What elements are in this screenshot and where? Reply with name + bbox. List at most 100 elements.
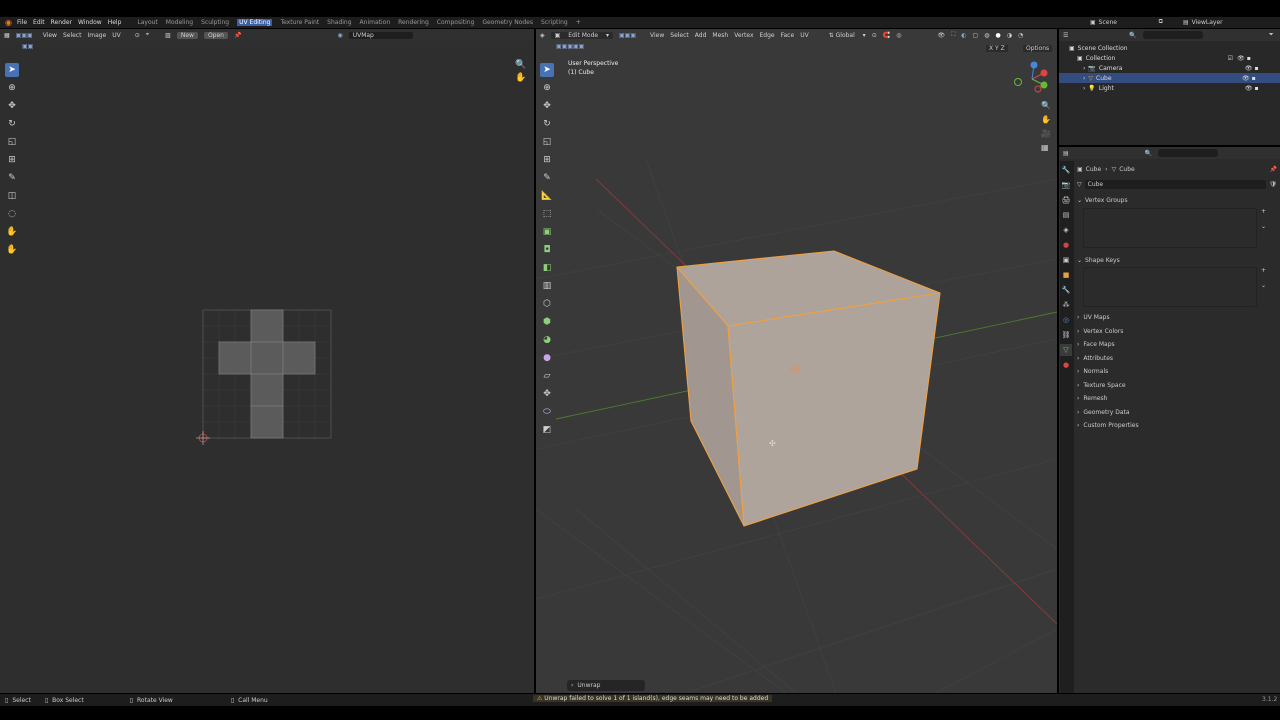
copy-icon[interactable]: ⧉ [1159,18,1163,26]
eye-icon[interactable]: 👁 [1242,75,1250,82]
add-workspace-icon[interactable]: + [576,19,581,26]
annotate-tool-icon[interactable]: ✎ [540,171,554,185]
eye-icon[interactable]: 👁 [1245,85,1253,92]
tab-scripting[interactable]: Scripting [541,19,568,26]
cursor-tool-icon[interactable]: ⊕ [540,81,554,95]
mode-selector[interactable]: ▣ Edit Mode ▾ [550,31,613,39]
smooth-tool-icon[interactable]: ● [540,351,554,365]
extrude-tool-icon[interactable]: ▣ [540,225,554,239]
object-tab-icon[interactable]: ■ [1060,269,1072,281]
loop-cut-tool-icon[interactable]: ▥ [540,279,554,293]
menu-file[interactable]: File [17,19,27,26]
outliner-search[interactable] [1142,31,1203,39]
pan-hand-icon[interactable]: ✋ [1041,115,1051,124]
snap-icon[interactable]: 🧲 [883,32,890,39]
scene-selector[interactable]: ▣ Scene ⧉ ▤ ViewLayer [1090,18,1252,26]
camera-render-icon[interactable]: ▪ [1255,85,1259,92]
select-mode-icons[interactable]: ▣▣▣ [619,32,636,39]
scale-tool-icon[interactable]: ◱ [540,135,554,149]
menu-render[interactable]: Render [51,19,72,26]
gizmo-icon[interactable]: ⛶ [951,31,955,39]
outliner-item-light[interactable]: › 💡 Light 👁 ▪ [1069,83,1280,93]
pivot-icon[interactable]: ⊙ [872,32,877,39]
panel-geometry-data[interactable]: › Geometry Data [1077,406,1277,420]
camera-render-icon[interactable]: ▪ [1255,65,1259,72]
add-cube-tool-icon[interactable]: ⬚ [540,207,554,221]
orientation-dropdown[interactable]: ⇅ Global ▾ [829,32,866,39]
checkbox-icon[interactable]: ☑ [1228,55,1233,62]
editor-type-icon[interactable]: ☰ [1063,32,1068,39]
particles-tab-icon[interactable]: ⁂ [1060,299,1072,311]
collection-tab-icon[interactable]: ▣ [1060,254,1072,266]
shrink-fatten-tool-icon[interactable]: ✥ [540,387,554,401]
spin-tool-icon[interactable]: ◕ [540,333,554,347]
panel-attributes[interactable]: › Attributes [1077,352,1277,366]
world-tab-icon[interactable]: ● [1060,239,1072,251]
search-icon[interactable]: 🔍 [1145,150,1152,157]
axis-locks-label[interactable]: X Y Z [986,45,1008,52]
material-tab-icon[interactable]: ● [1060,359,1072,371]
select-mode-buttons[interactable]: ▣▣▣▣▣ [556,43,584,50]
bevel-tool-icon[interactable]: ◧ [540,261,554,275]
tab-texture-paint[interactable]: Texture Paint [280,19,319,26]
uv-canvas[interactable] [0,29,534,693]
face-menu[interactable]: Face [781,32,795,39]
rotate-tool-icon[interactable]: ↻ [540,117,554,131]
move-tool-icon[interactable]: ✥ [540,99,554,113]
vertex-groups-list[interactable] [1083,207,1257,248]
panel-custom-properties[interactable]: › Custom Properties [1077,419,1277,433]
shear-tool-icon[interactable]: ⬭ [540,405,554,419]
mesh-data-tab-icon[interactable]: ▽ [1060,344,1072,356]
panel-remesh[interactable]: › Remesh [1077,392,1277,406]
tab-shading[interactable]: Shading [327,19,351,26]
physics-tab-icon[interactable]: ◎ [1060,314,1072,326]
uv-menu[interactable]: UV [800,32,809,39]
tab-compositing[interactable]: Compositing [437,19,475,26]
last-operator-panel[interactable]: › Unwrap [567,680,645,691]
overlay-icon[interactable]: ◐ [961,32,966,39]
ortho-grid-icon[interactable]: ▦ [1041,143,1051,152]
tab-uv-editing[interactable]: UV Editing [237,19,273,26]
add-menu[interactable]: Add [695,32,707,39]
knife-tool-icon[interactable]: ⬡ [540,297,554,311]
render-tab-icon[interactable]: 📷 [1060,179,1072,191]
add-icon[interactable]: + [1261,267,1266,274]
menu-edit[interactable]: Edit [33,19,45,26]
collection-row[interactable]: ▣ Collection ☑ 👁 ▪ [1069,53,1280,63]
view-menu[interactable]: View [650,32,664,39]
proportional-icon[interactable]: ◎ [896,32,901,39]
editor-type-icon[interactable]: ▤ [1063,150,1069,157]
tab-layout[interactable]: Layout [137,19,157,26]
panel-vertex-groups[interactable]: ⌄ Vertex Groups [1077,194,1277,208]
tool-tab-icon[interactable]: 🔧 [1060,164,1072,176]
scene-collection-row[interactable]: ▣ Scene Collection [1069,43,1280,53]
xray-icon[interactable]: ▢ [973,32,979,39]
expand-icon[interactable]: › [1083,65,1085,72]
view-layer-tab-icon[interactable]: ▤ [1060,209,1072,221]
shading-render-icon[interactable]: ◔ [1018,32,1023,39]
tab-animation[interactable]: Animation [360,19,391,26]
options-button[interactable]: Options [1023,45,1053,52]
zoom-icon[interactable]: 🔍 [1041,101,1051,110]
panel-vertex-colors[interactable]: › Vertex Colors [1077,325,1277,339]
visibility-icon[interactable]: 👁 [937,32,945,39]
filter-search-icon[interactable]: 🔍 [1129,32,1136,39]
outliner-item-cube[interactable]: › ▽ Cube 👁 ▪ [1059,73,1280,83]
transform-tool-icon[interactable]: ⊞ [540,153,554,167]
camera-render-icon[interactable]: ▪ [1247,55,1251,62]
dropdown-icon[interactable]: ⌄ [1261,223,1266,230]
shading-material-icon[interactable]: ◑ [1007,32,1012,39]
menu-help[interactable]: Help [108,19,122,26]
panel-uv-maps[interactable]: › UV Maps [1077,311,1277,325]
edge-menu[interactable]: Edge [760,32,775,39]
shading-solid-icon[interactable]: ● [995,32,1000,39]
eye-icon[interactable]: 👁 [1245,65,1253,72]
blender-logo-icon[interactable]: ◉ [5,18,12,27]
vertex-menu[interactable]: Vertex [734,32,753,39]
output-tab-icon[interactable]: 🖨 [1060,194,1072,206]
poly-build-tool-icon[interactable]: ⬢ [540,315,554,329]
rip-tool-icon[interactable]: ◩ [540,423,554,437]
navigation-gizmo[interactable] [1010,59,1050,99]
tab-sculpting[interactable]: Sculpting [201,19,229,26]
tab-geometry-nodes[interactable]: Geometry Nodes [482,19,533,26]
